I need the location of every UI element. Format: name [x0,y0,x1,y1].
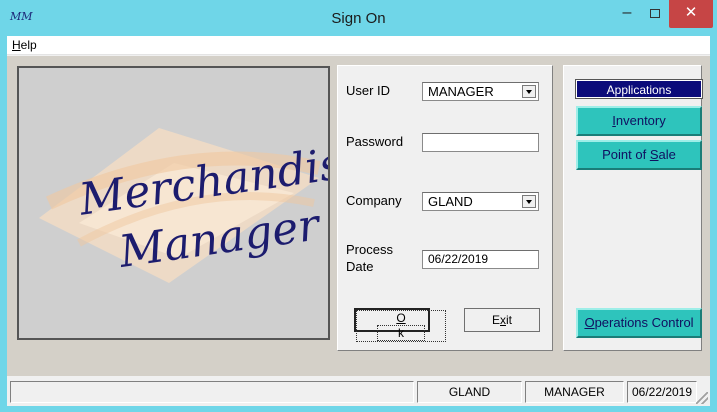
ok-button-label: Ok [356,310,446,342]
company-value: GLAND [428,194,473,209]
ops-hotkey: O [584,315,595,330]
inventory-label: nventory [615,113,666,128]
merchandise-manager-logo: Merchandise Manager [17,66,330,340]
company-label: Company [346,193,402,208]
menu-help[interactable]: Help [12,38,37,52]
user-id-value: MANAGER [428,84,494,99]
operations-control-button[interactable]: Operations Control [576,308,702,338]
status-user: MANAGER [525,381,624,403]
user-id-label: User ID [346,83,391,98]
menu-help-label: elp [20,38,37,52]
status-bar: GLAND MANAGER 06/22/2019 [7,376,710,406]
company-select[interactable]: GLAND [422,192,539,211]
status-date: 06/22/2019 [627,381,697,403]
inventory-button[interactable]: Inventory [576,106,702,136]
main-area: Merchandise Manager User ID MANAGER Pass… [7,56,710,376]
user-id-select[interactable]: MANAGER [422,82,539,101]
point-of-sale-button[interactable]: Point of Sale [576,140,702,170]
process-date-label-line1: Process [346,242,393,257]
resize-grip-icon[interactable] [696,392,708,404]
title-bar[interactable]: MM Sign On – ✕ [0,0,717,36]
password-label: Password [346,134,404,149]
pos-hotkey: S [649,147,659,162]
window-title: Sign On [331,10,386,27]
exit-button[interactable]: Exit [464,308,540,332]
menu-bar: Help [7,36,710,55]
logo-graphic: Merchandise Manager [39,128,328,283]
exit-label-prefix: E [491,313,500,327]
client-area: Help Merchandise Manager User ID MANAGER [7,36,710,406]
ok-button[interactable]: Ok [354,308,446,342]
ops-label: perations Control [594,315,694,330]
minimize-button[interactable]: – [613,0,641,28]
maximize-button[interactable] [641,0,669,28]
maximize-icon [650,9,660,18]
sign-on-window: MM Sign On – ✕ Help Merchandise Manager [0,0,717,412]
process-date-field[interactable]: 06/22/2019 [422,250,539,269]
pos-label-prefix: Point of [602,147,650,162]
password-field[interactable] [422,133,539,152]
close-button[interactable]: ✕ [669,0,713,28]
user-id-dropdown-icon[interactable] [522,85,536,98]
status-company: GLAND [417,381,522,403]
menu-help-hotkey: H [12,38,21,52]
applications-panel: Applications Inventory Point of Sale Ope… [563,65,703,351]
process-date-label-line2: Date [346,259,374,274]
status-message [10,381,414,403]
applications-header: Applications [575,79,703,99]
exit-label-rest: it [506,313,512,327]
company-dropdown-icon[interactable] [522,195,536,208]
pos-label-rest: ale [658,147,676,162]
ok-hotkey: O [396,311,406,325]
sign-on-form-panel: User ID MANAGER Password Company GLAND P… [337,65,553,351]
ok-label-rest: k [377,325,425,341]
